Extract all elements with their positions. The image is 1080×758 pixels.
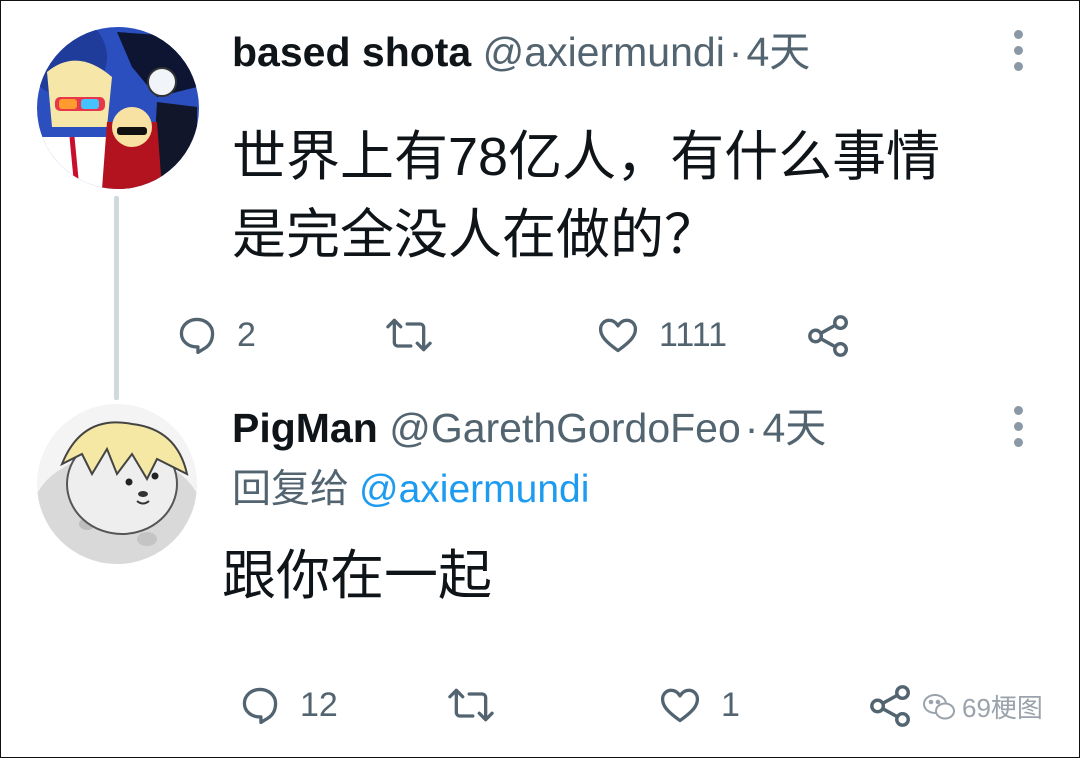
reply-icon xyxy=(242,687,278,725)
separator-dot: · xyxy=(744,405,759,451)
reply-button[interactable]: 2 xyxy=(175,313,256,357)
timestamp[interactable]: 4天 xyxy=(746,29,810,75)
share-button[interactable] xyxy=(868,683,914,729)
retweet-icon xyxy=(448,688,494,722)
retweet-button[interactable] xyxy=(447,683,495,727)
timestamp[interactable]: 4天 xyxy=(762,405,826,451)
like-count: 1111 xyxy=(659,315,728,354)
wechat-icon xyxy=(923,693,955,719)
retweet-button[interactable] xyxy=(385,313,433,357)
more-options-icon[interactable] xyxy=(1014,30,1024,78)
more-options-icon[interactable] xyxy=(1014,406,1024,454)
thread-connector-line xyxy=(114,196,119,400)
replying-to: 回复给 @axiermundi xyxy=(232,470,589,509)
reply-mention-link[interactable]: @axiermundi xyxy=(359,468,589,511)
reply-count: 2 xyxy=(237,315,256,354)
tweet-text: 世界上有78亿人，有什么事情 是完全没人在做的？ xyxy=(232,118,940,274)
display-name[interactable]: based shota xyxy=(232,29,471,75)
replying-to-label: 回复给 xyxy=(232,468,350,511)
reply-icon xyxy=(179,317,215,355)
tweet-header: based shota @axiermundi·4天 xyxy=(232,32,810,73)
tweet-text-line: 世界上有78亿人，有什么事情 xyxy=(232,127,941,187)
like-count: 1 xyxy=(721,685,740,724)
display-name[interactable]: PigMan xyxy=(232,405,378,451)
avatar-based-shota[interactable] xyxy=(37,27,199,189)
user-handle[interactable]: @GarethGordoFeo xyxy=(389,405,741,451)
tweet-text: 跟你在一起 xyxy=(222,537,492,615)
avatar-pigman[interactable] xyxy=(37,404,197,564)
like-icon xyxy=(598,318,638,353)
reply-button[interactable]: 12 xyxy=(238,683,338,727)
tweet-header: PigMan @GarethGordoFeo·4天 xyxy=(232,408,826,449)
watermark: 69梗图 xyxy=(922,688,1043,725)
tweet-text-line: 跟你在一起 xyxy=(222,546,492,606)
tweet-text-line: 是完全没人在做的？ xyxy=(232,205,718,265)
like-icon xyxy=(660,688,700,723)
reply-count: 12 xyxy=(300,685,338,724)
share-button[interactable] xyxy=(806,313,852,359)
retweet-icon xyxy=(386,318,432,352)
user-handle[interactable]: @axiermundi xyxy=(483,29,725,75)
watermark-text: 69梗图 xyxy=(962,693,1043,723)
like-button[interactable]: 1111 xyxy=(595,313,727,357)
share-icon xyxy=(870,685,910,727)
share-icon xyxy=(808,315,848,357)
separator-dot: · xyxy=(728,29,743,75)
like-button[interactable]: 1 xyxy=(657,683,740,727)
